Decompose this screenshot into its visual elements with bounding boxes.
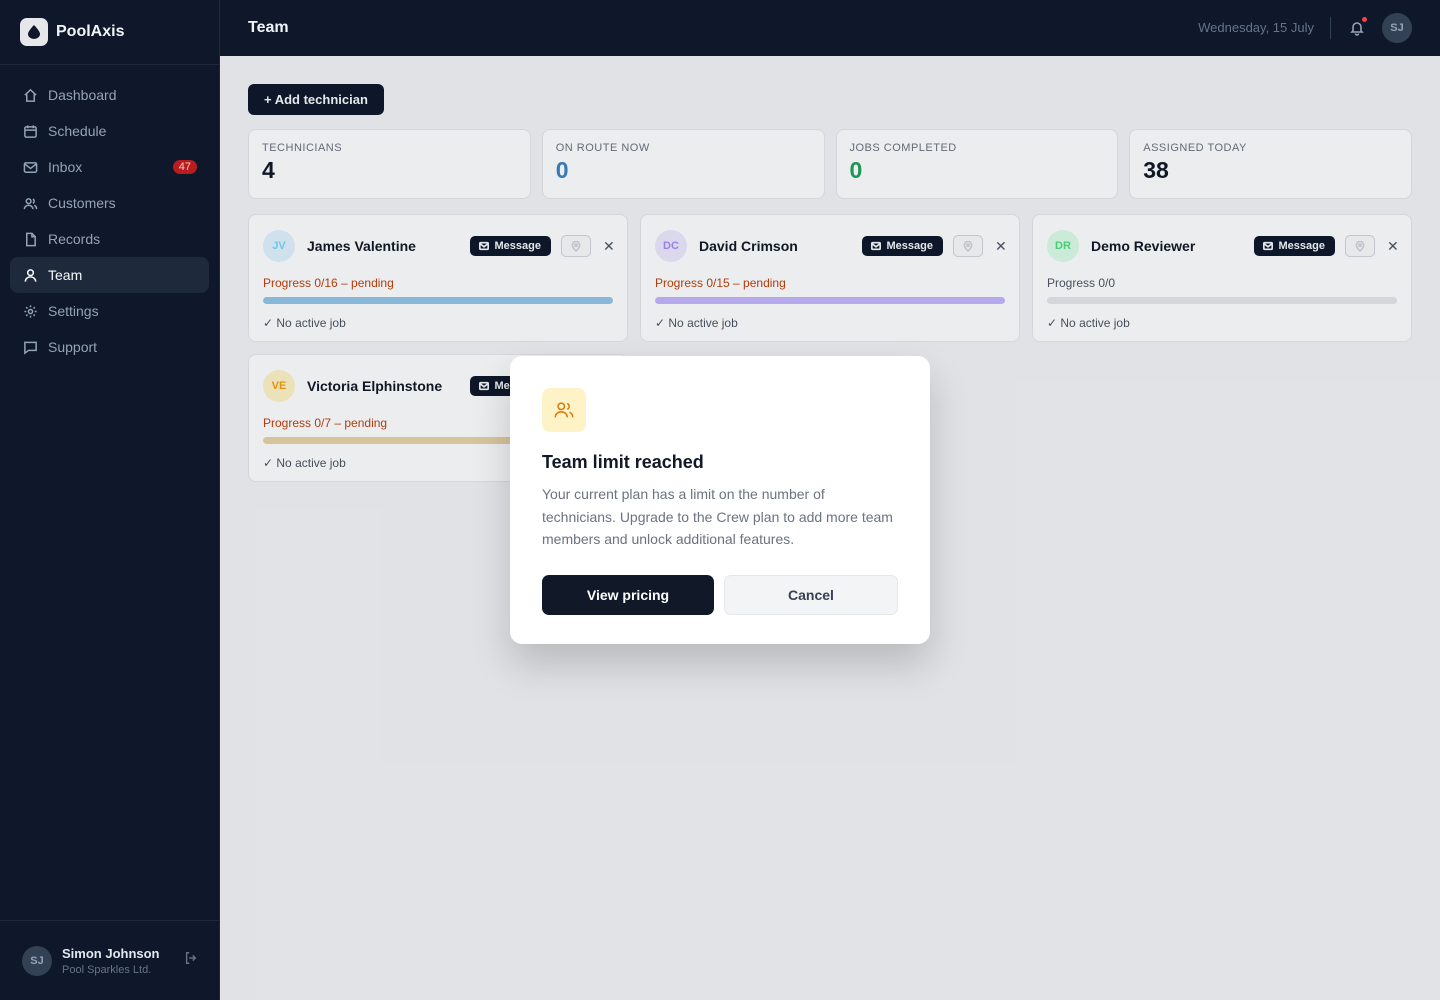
sidebar: PoolAxis Dashboard Schedule Inbox 47 Custome…	[0, 0, 220, 1000]
modal-body: Your current plan has a limit on the num…	[542, 486, 893, 547]
user-icon	[22, 267, 38, 283]
user-org: Pool Sparkles Ltd.	[62, 963, 152, 976]
notification-dot	[1362, 17, 1367, 22]
users-icon	[22, 195, 38, 211]
view-pricing-button[interactable]: View pricing	[542, 574, 714, 615]
sidebar-item-settings[interactable]: Settings	[10, 293, 209, 329]
team-limit-modal: Team limit reached Your current plan has…	[510, 356, 930, 644]
sidebar-item-label: Team	[48, 267, 83, 283]
file-icon	[22, 231, 38, 247]
logout-icon[interactable]	[184, 951, 198, 970]
sidebar-item-support[interactable]: Support	[10, 329, 209, 365]
cancel-button[interactable]: Cancel	[724, 574, 898, 615]
sidebar-item-team[interactable]: Team	[10, 257, 209, 293]
users-icon	[542, 388, 586, 432]
user-meta: Simon Johnson Pool Sparkles Ltd.	[62, 946, 184, 976]
unread-badge: 47	[172, 160, 197, 174]
gear-icon	[22, 303, 38, 319]
sidebar-item-label: Dashboard	[48, 87, 117, 103]
sidebar-item-label: Records	[48, 231, 101, 247]
brand-name: PoolAxis	[56, 23, 125, 40]
sidebar-item-label: Customers	[48, 195, 116, 211]
home-icon	[22, 87, 38, 103]
sidebar-item-customers[interactable]: Customers	[10, 185, 209, 221]
sidebar-item-label: Inbox	[48, 159, 83, 175]
sidebar-item-label: Settings	[48, 303, 99, 319]
modal-actions: View pricing Cancel	[542, 574, 898, 615]
sidebar-item-dashboard[interactable]: Dashboard	[10, 77, 209, 113]
user-avatar: SJ	[22, 945, 52, 976]
chat-icon	[22, 339, 38, 355]
sidebar-item-records[interactable]: Records	[10, 221, 209, 257]
calendar-icon	[22, 123, 38, 139]
page-title: Team	[248, 19, 289, 36]
header-avatar[interactable]: SJ	[1382, 13, 1412, 43]
top-header: Team Wednesday, 15 July SJ	[220, 0, 1440, 56]
modal-title: Team limit reached	[542, 452, 704, 472]
header-date: Wednesday, 15 July	[1198, 17, 1331, 39]
mail-icon	[22, 159, 38, 175]
brand: PoolAxis	[0, 0, 219, 65]
sidebar-item-label: Schedule	[48, 123, 107, 139]
sidebar-nav: Dashboard Schedule Inbox 47 Customers Records…	[0, 65, 219, 377]
sidebar-item-label: Support	[48, 339, 98, 355]
logo-icon	[20, 18, 48, 46]
user-profile[interactable]: SJ Simon Johnson Pool Sparkles Ltd.	[0, 920, 220, 1000]
user-name: Simon Johnson	[62, 945, 160, 961]
sidebar-item-schedule[interactable]: Schedule	[10, 113, 209, 149]
sidebar-item-inbox[interactable]: Inbox 47	[10, 149, 209, 185]
bell-icon[interactable]	[1349, 17, 1367, 36]
